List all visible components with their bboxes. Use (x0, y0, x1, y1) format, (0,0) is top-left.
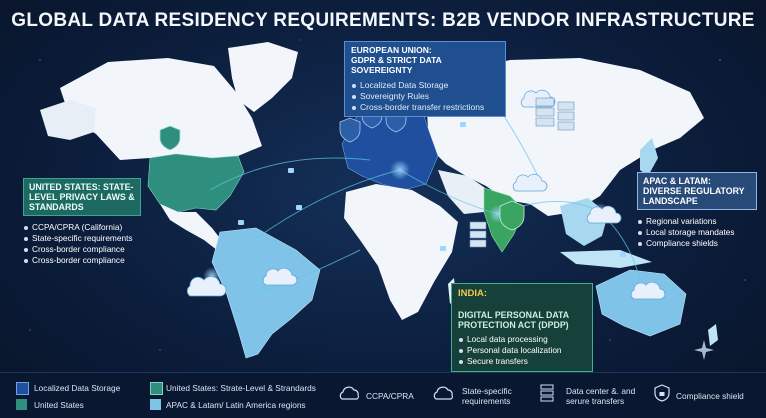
server-icon (540, 384, 554, 402)
legend-swatch-us (16, 399, 27, 410)
eu-callout: EUROPEAN UNION: GDPR & STRICT DATA SOVER… (344, 41, 506, 117)
shield-lock-icon (654, 384, 670, 402)
apac-item: Local storage mandates (637, 227, 757, 238)
legend-label-us: United States (34, 400, 84, 410)
india-item: Personal data localization (458, 345, 586, 356)
legend-label-state-req: State-specific requirements (462, 386, 512, 406)
legend-label-datacenter: Data center &. and serure transfers (566, 386, 636, 406)
india-item: Local data processing (458, 334, 586, 345)
legend: Localized Data Storage United States Uni… (0, 372, 766, 418)
eu-item: Cross-border transfer restrictions (351, 102, 499, 113)
legend-label-apac: APAC & Latam/ Latin America regions (166, 400, 306, 410)
cloud-icon (433, 386, 453, 400)
legend-swatch-us-state (150, 382, 163, 395)
apac-item: Regional variations (637, 216, 757, 227)
cloud-lock-icon (339, 386, 359, 400)
eu-item: Localized Data Storage (351, 80, 499, 91)
us-callout: UNITED STATES: STATE-LEVEL PRIVACY LAWS … (23, 178, 141, 266)
legend-label-localized: Localized Data Storage (34, 383, 121, 393)
australia (595, 269, 687, 337)
indonesia (560, 250, 652, 268)
united-states-region (147, 153, 245, 213)
apac-callout: APAC & LATAM: DIVERSE REGULATORY LANDSCA… (637, 172, 757, 249)
legend-swatch-apac (150, 399, 161, 410)
us-item: CCPA/CPRA (California) (23, 222, 141, 233)
sparkle-icon (694, 340, 714, 360)
india-heading: INDIA: (458, 288, 488, 299)
us-item: Cross-border compliance (23, 255, 141, 266)
eu-item: Sovereignty Rules (351, 91, 499, 102)
us-item: State-specific requirements (23, 233, 141, 244)
page-title: GLOBAL DATA RESIDENCY REQUIREMENTS: B2B … (11, 10, 755, 31)
legend-label-shield: Compliance shield (676, 391, 744, 401)
infographic: GLOBAL DATA RESIDENCY REQUIREMENTS: B2B … (0, 0, 766, 418)
us-heading: UNITED STATES: STATE-LEVEL PRIVACY LAWS … (23, 178, 141, 216)
alaska (40, 100, 96, 140)
eu-heading-line2: GDPR & STRICT DATA SOVEREIGNTY (351, 55, 442, 75)
africa (344, 184, 458, 320)
us-item: Cross-border compliance (23, 244, 141, 255)
legend-swatch-localized (16, 382, 29, 395)
eu-heading-line1: EUROPEAN UNION: (351, 45, 432, 55)
apac-heading: APAC & LATAM: DIVERSE REGULATORY LANDSCA… (637, 172, 757, 210)
apac-item: Compliance shields (637, 238, 757, 249)
india-callout: INDIA: DIGITAL PERSONAL DATA PROTECTION … (451, 283, 593, 372)
legend-label-us-state: United States: Strate-Level & Strandards (166, 383, 316, 393)
legend-label-ccpa: CCPA/CPRA (366, 391, 414, 401)
south-america (211, 227, 321, 359)
india-item: Secure transfers (458, 356, 586, 367)
india-subheading: DIGITAL PERSONAL DATA PROTECTION ACT (DP… (458, 310, 569, 330)
